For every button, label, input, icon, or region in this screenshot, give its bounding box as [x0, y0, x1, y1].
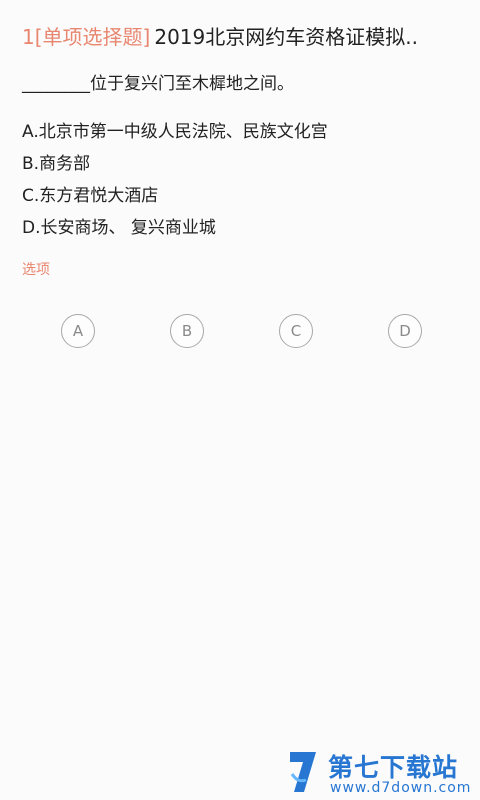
choice-b-button[interactable]: B: [170, 314, 204, 348]
option-c-text: C.东方君悦大酒店: [22, 186, 159, 206]
watermark-logo-icon: [290, 752, 316, 792]
choices-section-label: 选项: [22, 262, 50, 278]
watermark-brand-en: www.d7down.com: [330, 780, 472, 796]
option-b-text: B.商务部: [22, 154, 91, 174]
choice-a-button[interactable]: A: [61, 314, 95, 348]
site-watermark: 第七下载站 www.d7down.com: [286, 746, 476, 798]
choice-d-button[interactable]: D: [388, 314, 422, 348]
answer-choice-row: A B C D: [0, 314, 480, 350]
option-a-text: A.北京市第一中级人民法院、民族文化宫: [22, 122, 328, 142]
choice-c-button[interactable]: C: [279, 314, 313, 348]
watermark-brand-cn: 第七下载站: [328, 753, 459, 782]
option-list: A.北京市第一中级人民法院、民族文化宫 B.商务部 C.东方君悦大酒店 D.长安…: [22, 116, 328, 244]
option-d-text: D.长安商场、 复兴商业城: [22, 218, 216, 238]
question-bank-title: 2019北京网约车资格证模拟..: [154, 25, 418, 49]
question-stem: ________位于复兴门至木樨地之间。: [22, 74, 294, 94]
question-type-tag: 1[单项选择题]: [22, 25, 151, 49]
question-header: 1[单项选择题] 2019北京网约车资格证模拟..: [22, 22, 462, 52]
